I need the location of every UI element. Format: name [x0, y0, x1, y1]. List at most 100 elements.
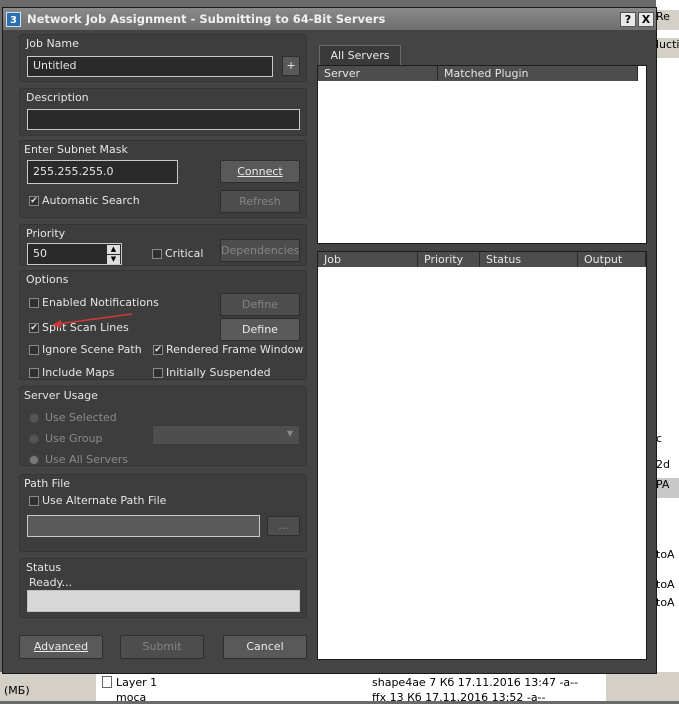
critical-label: Critical — [165, 247, 204, 260]
tab-all-servers[interactable]: All Servers — [319, 45, 401, 65]
add-job-name-button[interactable]: + — [282, 56, 300, 76]
description-label: Description — [26, 91, 89, 104]
spinner-down-icon[interactable]: ▼ — [107, 255, 120, 264]
path-file-group: Path File Use Alternate Path File ... — [19, 474, 307, 552]
close-button[interactable]: X — [638, 11, 654, 27]
automatic-search-label: Automatic Search — [42, 194, 140, 207]
jobs-list[interactable]: Job Priority Status Output — [317, 251, 647, 660]
file-info: shape4ae 7 Кб 17.11.2016 13:47 -a-- — [372, 676, 579, 689]
chevron-down-icon: ▼ — [286, 429, 293, 438]
status-text: Ready... — [29, 576, 73, 589]
bg-text: Re — [656, 10, 679, 30]
help-button[interactable]: ? — [620, 11, 636, 27]
spinner-up-icon[interactable]: ▲ — [107, 245, 120, 254]
bg-text: toA — [656, 578, 675, 591]
use-selected-label: Use Selected — [45, 411, 117, 424]
subnet-label: Enter Subnet Mask — [24, 143, 128, 156]
job-name-label: Job Name — [26, 37, 79, 50]
server-usage-label: Server Usage — [24, 389, 98, 402]
enabled-notifications-checkbox[interactable]: Enabled Notifications — [29, 296, 159, 309]
initially-suspended-checkbox[interactable]: Initially Suspended — [153, 366, 271, 379]
advanced-button[interactable]: Advanced — [19, 635, 103, 659]
rendered-frame-window-label: Rendered Frame Window — [166, 343, 304, 356]
description-group: Description — [19, 88, 307, 136]
include-maps-checkbox[interactable]: Include Maps — [29, 366, 114, 379]
path-file-label: Path File — [24, 477, 71, 490]
checkbox-box — [152, 248, 162, 259]
column-header-matched-plugin[interactable]: Matched Plugin — [438, 66, 638, 81]
bg-text: luctio — [656, 38, 679, 58]
critical-checkbox[interactable]: Critical — [152, 247, 203, 260]
group-dropdown[interactable]: ▼ — [152, 425, 300, 445]
connect-button[interactable]: Connect — [220, 160, 300, 183]
column-header-priority[interactable]: Priority — [418, 252, 480, 267]
define-notifications-button[interactable]: Define — [220, 293, 300, 316]
include-maps-label: Include Maps — [42, 366, 115, 379]
use-all-servers-label: Use All Servers — [45, 453, 128, 466]
priority-group: Priority 50 ▲ ▼ Critical Dependencies — [19, 224, 307, 266]
radio-dot-selected — [29, 454, 39, 465]
priority-label: Priority — [26, 227, 66, 240]
bg-text: 2d — [656, 458, 670, 471]
dialog-body: Job Name Untitled + Description Enter Su… — [3, 30, 656, 673]
define-split-scan-button[interactable]: Define — [220, 318, 300, 341]
bg-text: toA — [656, 548, 675, 561]
background-window-strip: Re luctio c 2d PA toA toA toA — [656, 0, 679, 701]
column-header-output[interactable]: Output — [578, 252, 646, 267]
bg-text: c — [656, 432, 663, 445]
ignore-scene-path-label: Ignore Scene Path — [42, 343, 142, 356]
column-header-job[interactable]: Job — [318, 252, 418, 267]
subnet-input[interactable]: 255.255.255.0 — [27, 160, 178, 184]
checkbox-box — [29, 344, 39, 355]
checkbox-box — [29, 297, 39, 308]
title-bar: 3 Network Job Assignment - Submitting to… — [3, 8, 656, 30]
progress-bar — [27, 590, 300, 612]
file-name: moca — [116, 691, 147, 704]
radio-dot — [29, 433, 39, 444]
check-icon: ✔ — [153, 344, 163, 355]
bg-text: PA — [656, 478, 679, 498]
cancel-button[interactable]: Cancel — [223, 635, 307, 659]
bg-taskbar-text: (МБ) — [4, 684, 30, 697]
alternate-path-input[interactable] — [27, 515, 260, 537]
checkbox-box — [29, 367, 39, 378]
submit-button[interactable]: Submit — [120, 635, 204, 659]
check-icon: ✔ — [29, 195, 39, 206]
bg-text: toA — [656, 596, 675, 609]
options-label: Options — [26, 273, 69, 286]
background-file-list: (МБ) Layer 1 shape4ae 7 Кб 17.11.2016 13… — [0, 672, 679, 704]
window-title: Network Job Assignment - Submitting to 6… — [27, 12, 386, 26]
browse-button[interactable]: ... — [267, 516, 300, 536]
network-job-dialog: 3 Network Job Assignment - Submitting to… — [2, 7, 657, 674]
file-name: Layer 1 — [116, 676, 158, 689]
refresh-button[interactable]: Refresh — [220, 190, 300, 213]
options-group: Options Enabled Notifications Define ✔ S… — [19, 270, 307, 380]
use-alternate-path-label: Use Alternate Path File — [42, 494, 167, 507]
checkbox-box — [29, 495, 39, 506]
ignore-scene-path-checkbox[interactable]: Ignore Scene Path — [29, 343, 142, 356]
bg-file-list: Layer 1 shape4ae 7 Кб 17.11.2016 13:47 -… — [96, 672, 606, 704]
use-alternate-path-checkbox[interactable]: Use Alternate Path File — [29, 494, 166, 507]
job-name-input[interactable]: Untitled — [27, 56, 273, 77]
automatic-search-checkbox[interactable]: ✔ Automatic Search — [29, 194, 140, 207]
annotation-arrow-icon — [52, 313, 133, 328]
rendered-frame-window-checkbox[interactable]: ✔ Rendered Frame Window — [153, 343, 303, 356]
server-usage-group: Server Usage Use Selected Use Group ▼ Us… — [19, 386, 307, 466]
status-group: Status Ready... — [19, 558, 307, 618]
file-icon — [102, 676, 112, 688]
radio-dot — [29, 412, 39, 423]
use-group-radio[interactable]: Use Group — [29, 432, 103, 445]
initially-suspended-label: Initially Suspended — [166, 366, 271, 379]
dependencies-button[interactable]: Dependencies — [220, 239, 300, 262]
use-selected-radio[interactable]: Use Selected — [29, 411, 117, 424]
use-all-servers-radio[interactable]: Use All Servers — [29, 453, 128, 466]
servers-list[interactable]: Server Matched Plugin — [317, 65, 647, 244]
file-info: ffx 13 Кб 17.11.2016 13:52 -a-- — [372, 691, 546, 704]
column-header-status[interactable]: Status — [480, 252, 578, 267]
checkbox-box — [153, 367, 163, 378]
description-input[interactable] — [27, 109, 300, 130]
app-icon: 3 — [6, 11, 21, 27]
job-name-group: Job Name Untitled + — [19, 34, 307, 82]
column-header-server[interactable]: Server — [318, 66, 438, 81]
subnet-group: Enter Subnet Mask 255.255.255.0 Connect … — [19, 140, 307, 218]
